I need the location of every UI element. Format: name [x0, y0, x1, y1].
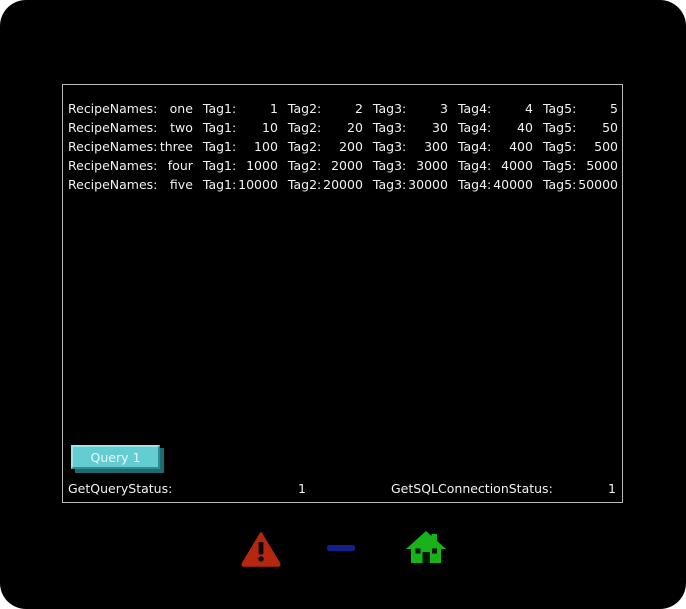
tag2-value: 2: [354, 101, 363, 116]
recipe-name-value: four: [167, 158, 193, 173]
tag1-label: Tag1:: [202, 120, 237, 135]
recipe-names-label: RecipeNames:: [68, 120, 158, 135]
tag3-value: 3: [439, 101, 448, 116]
button-shadow-bottom: [75, 469, 164, 473]
tag3-label: Tag3:: [372, 139, 407, 154]
tag5-value: 5000: [586, 158, 618, 173]
tag2-label: Tag2:: [287, 120, 322, 135]
recipe-names-label: RecipeNames:: [68, 139, 158, 154]
recipe-names-label: RecipeNames:: [68, 101, 158, 116]
tag4-label: Tag4:: [457, 139, 492, 154]
tag1-label: Tag1:: [202, 139, 237, 154]
tag1-value: 10: [262, 120, 278, 135]
tag3-label: Tag3:: [372, 101, 407, 116]
tag4-label: Tag4:: [457, 101, 492, 116]
tag4-label: Tag4:: [457, 177, 492, 192]
tag4-value: 400: [509, 139, 533, 154]
sql-connection-status-label: GetSQLConnectionStatus:: [391, 481, 553, 496]
tag3-value: 30: [432, 120, 448, 135]
tag1-label: Tag1:: [202, 177, 237, 192]
tag1-label: Tag1:: [202, 158, 237, 173]
table-row: RecipeNames: one Tag1: 1 Tag2: 2 Tag3: 3…: [66, 101, 618, 120]
status-bar: GetQueryStatus: 1 GetSQLConnectionStatus…: [66, 481, 618, 499]
tag3-label: Tag3:: [372, 158, 407, 173]
recipe-data-table: RecipeNames: one Tag1: 1 Tag2: 2 Tag3: 3…: [66, 101, 618, 196]
tag4-value: 40000: [493, 177, 533, 192]
tag5-label: Tag5:: [542, 177, 577, 192]
tag2-label: Tag2:: [287, 139, 322, 154]
button-face: Query 1: [71, 445, 160, 469]
tag2-label: Tag2:: [287, 177, 322, 192]
recipe-names-label: RecipeNames:: [68, 177, 158, 192]
tag3-value: 30000: [408, 177, 448, 192]
sql-connection-status-value: 1: [608, 481, 616, 496]
recipe-name-value: five: [169, 177, 193, 192]
tag1-value: 1: [269, 101, 278, 116]
tag4-label: Tag4:: [457, 158, 492, 173]
table-row: RecipeNames: three Tag1: 100 Tag2: 200 T…: [66, 139, 618, 158]
tag5-value: 500: [594, 139, 618, 154]
bottom-icon-bar: [62, 520, 623, 580]
tag3-value: 3000: [416, 158, 448, 173]
tag1-value: 10000: [238, 177, 278, 192]
tag4-value: 4000: [501, 158, 533, 173]
tag3-label: Tag3:: [372, 177, 407, 192]
tag2-value: 2000: [331, 158, 363, 173]
tag1-label: Tag1:: [202, 101, 237, 116]
tag4-value: 40: [517, 120, 533, 135]
tag4-value: 4: [525, 101, 533, 116]
tag2-label: Tag2:: [287, 101, 322, 116]
minimize-icon[interactable]: [318, 524, 364, 570]
tag3-label: Tag3:: [372, 120, 407, 135]
tag2-value: 200: [339, 139, 363, 154]
minimize-icon-glyph: [327, 545, 355, 551]
recipe-names-label: RecipeNames:: [68, 158, 158, 173]
tag5-value: 50: [602, 120, 618, 135]
tag2-value: 20000: [323, 177, 363, 192]
query-status-value: 1: [298, 481, 306, 496]
query-button-label: Query 1: [90, 449, 141, 465]
tag2-value: 20: [347, 120, 363, 135]
recipe-table-body: RecipeNames: one Tag1: 1 Tag2: 2 Tag3: 3…: [66, 101, 618, 196]
button-shadow-right: [160, 448, 164, 473]
query-status-label: GetQueryStatus:: [68, 481, 173, 496]
home-icon-glyph: [406, 531, 446, 563]
recipe-name-value: one: [169, 101, 193, 116]
recipe-name-value: three: [159, 139, 193, 154]
tag2-label: Tag2:: [287, 158, 322, 173]
tag5-value: 5: [610, 101, 618, 116]
tag5-label: Tag5:: [542, 101, 577, 116]
tag5-label: Tag5:: [542, 139, 577, 154]
main-display-panel: RecipeNames: one Tag1: 1 Tag2: 2 Tag3: 3…: [62, 84, 623, 503]
tag4-label: Tag4:: [457, 120, 492, 135]
table-row: RecipeNames: five Tag1: 10000 Tag2: 2000…: [66, 177, 618, 196]
tag5-label: Tag5:: [542, 120, 577, 135]
home-icon[interactable]: [403, 524, 449, 570]
tag3-value: 300: [424, 139, 448, 154]
table-row: RecipeNames: four Tag1: 1000 Tag2: 2000 …: [66, 158, 618, 177]
alarm-warning-icon[interactable]: [238, 524, 284, 570]
query-1-button[interactable]: Query 1: [71, 445, 164, 473]
tag5-value: 50000: [578, 177, 618, 192]
alarm-warning-icon-glyph: [241, 532, 281, 567]
table-row: RecipeNames: two Tag1: 10 Tag2: 20 Tag3:…: [66, 120, 618, 139]
recipe-name-value: two: [170, 120, 193, 135]
tag1-value: 100: [254, 139, 278, 154]
device-screen: RecipeNames: one Tag1: 1 Tag2: 2 Tag3: 3…: [0, 0, 686, 609]
tag5-label: Tag5:: [542, 158, 577, 173]
tag1-value: 1000: [246, 158, 278, 173]
